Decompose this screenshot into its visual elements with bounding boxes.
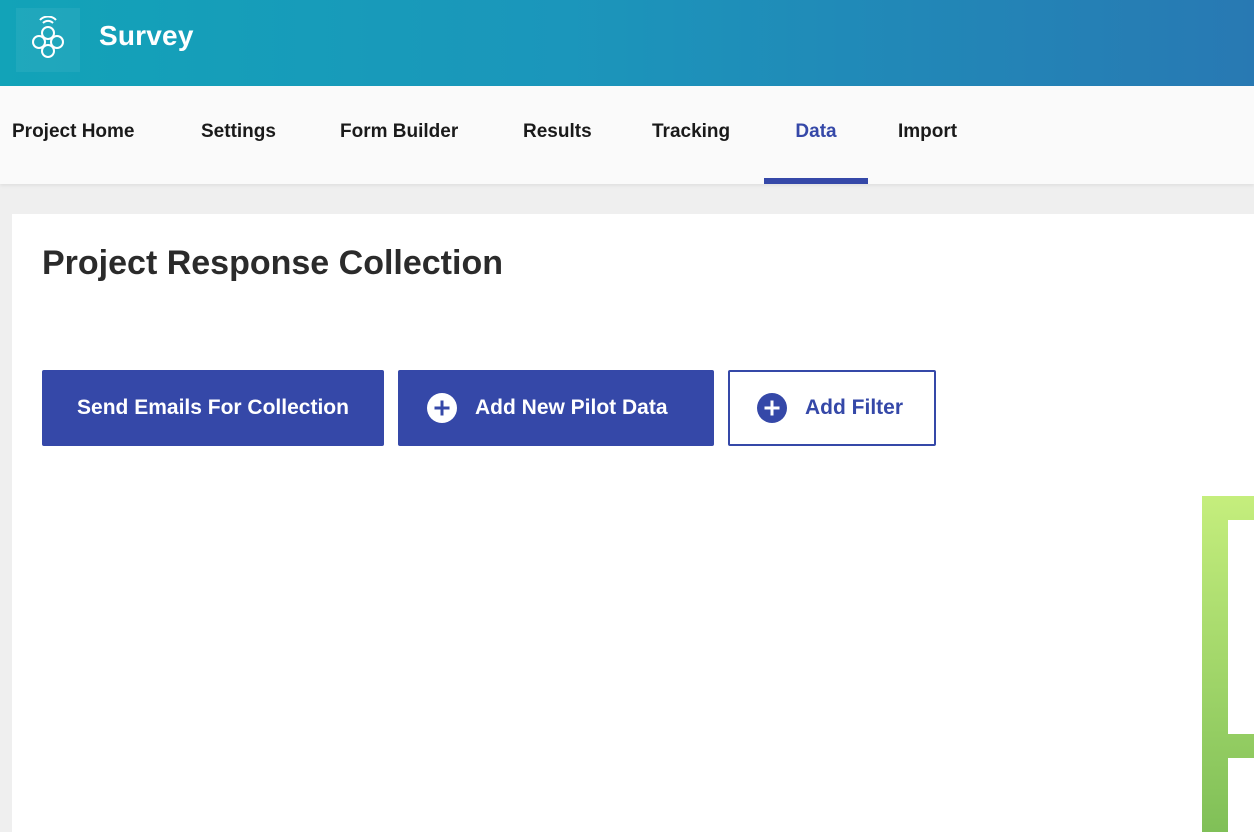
active-tab-indicator (764, 178, 868, 184)
plus-circle-icon (427, 393, 457, 423)
tab-results[interactable]: Results (523, 86, 595, 184)
add-pilot-data-button[interactable]: Add New Pilot Data (398, 370, 714, 446)
tab-data[interactable]: Data (764, 86, 868, 184)
add-filter-button[interactable]: Add Filter (728, 370, 936, 446)
send-emails-label: Send Emails For Collection (77, 396, 349, 419)
tab-form-builder[interactable]: Form Builder (340, 86, 465, 184)
app-header: Survey (0, 0, 1254, 86)
app-title: Survey (99, 20, 194, 51)
tab-tracking[interactable]: Tracking (652, 86, 736, 184)
send-emails-button[interactable]: Send Emails For Collection (42, 370, 384, 446)
add-pilot-data-label: Add New Pilot Data (475, 396, 668, 419)
plus-circle-icon (757, 393, 787, 423)
tab-import[interactable]: Import (898, 86, 964, 184)
decorative-graphic (1202, 496, 1254, 832)
survey-logo-icon[interactable] (16, 8, 80, 72)
page-title: Project Response Collection (42, 244, 503, 282)
main-nav: Project Home Settings Form Builder Resul… (0, 86, 1254, 184)
tab-project-home[interactable]: Project Home (12, 86, 142, 184)
content-card: Project Response Collection Send Emails … (12, 214, 1254, 832)
add-filter-label: Add Filter (805, 396, 903, 419)
tab-settings[interactable]: Settings (201, 86, 281, 184)
